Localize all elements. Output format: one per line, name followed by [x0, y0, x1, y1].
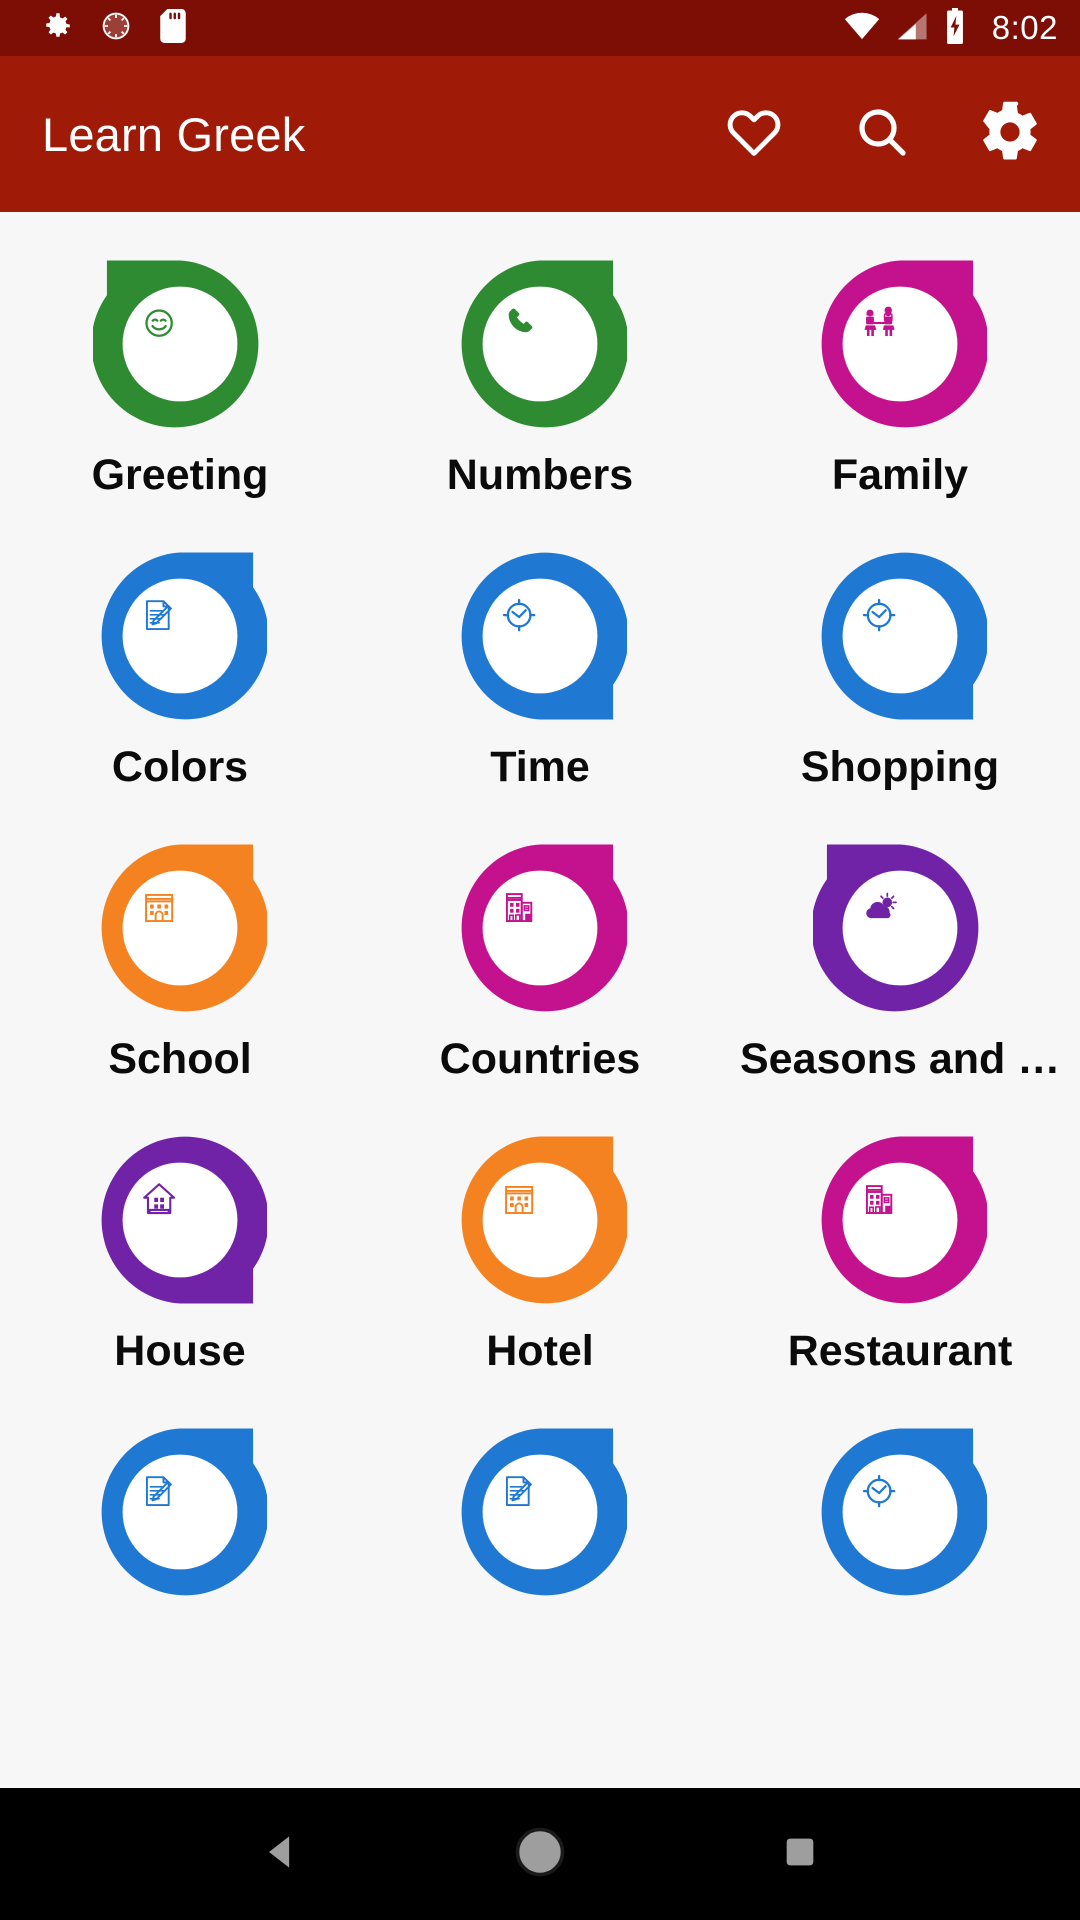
house-icon [101, 1136, 267, 1304]
category-item[interactable]: School [0, 841, 360, 1133]
recents-square-icon [780, 1832, 820, 1877]
category-badge [813, 841, 987, 1015]
category-label: Family [831, 453, 969, 499]
phone-screen: 8:02 Learn Greek Greeting Numbers Family… [0, 0, 1080, 1920]
category-label: Restaurant [787, 1329, 1013, 1375]
family-couple-icon [821, 260, 987, 428]
recents-button[interactable] [740, 1794, 860, 1914]
wifi-icon [844, 11, 880, 46]
status-bar-clock: 8:02 [991, 9, 1058, 46]
category-label: School [108, 1037, 252, 1083]
category-label: Greeting [91, 453, 269, 499]
app-bar-actions [718, 98, 1046, 170]
category-badge [93, 1425, 267, 1599]
category-badge [453, 549, 627, 723]
sd-card-icon [158, 8, 188, 48]
category-label: House [114, 1329, 246, 1375]
category-grid-scroll[interactable]: Greeting Numbers Family Colors Time Shop… [0, 212, 1080, 1788]
back-triangle-icon [258, 1830, 302, 1879]
app-bar: Learn Greek [0, 56, 1080, 212]
home-button[interactable] [480, 1794, 600, 1914]
heart-outline-icon [723, 101, 785, 168]
category-badge [813, 1133, 987, 1307]
category-badge [453, 841, 627, 1015]
cellular-signal-icon [896, 11, 928, 46]
category-item[interactable] [720, 1425, 1080, 1717]
city-buildings-icon [461, 844, 627, 1012]
android-navigation-bar [0, 1788, 1080, 1920]
battery-charging-icon [944, 7, 966, 49]
category-item[interactable]: House [0, 1133, 360, 1425]
school-building-icon [461, 1136, 627, 1304]
category-grid: Greeting Numbers Family Colors Time Shop… [0, 212, 1080, 1717]
note-pencil-icon [101, 552, 267, 720]
clock-icon [821, 1428, 987, 1596]
category-item[interactable]: Countries [360, 841, 720, 1133]
category-badge [813, 1425, 987, 1599]
clock-icon [821, 552, 987, 720]
category-badge [93, 1133, 267, 1307]
category-badge [813, 257, 987, 431]
category-item[interactable]: Numbers [360, 257, 720, 549]
sun-cloud-icon [813, 844, 979, 1012]
settings-gear-icon [40, 9, 74, 48]
favorites-button[interactable] [718, 98, 790, 170]
category-badge [453, 1425, 627, 1599]
search-icon [852, 102, 912, 167]
note-pencil-icon [101, 1428, 267, 1596]
status-bar-right-icons: 8:02 [844, 7, 1058, 49]
category-badge [93, 549, 267, 723]
category-item[interactable]: Shopping [720, 549, 1080, 841]
category-badge [93, 841, 267, 1015]
settings-button[interactable] [974, 98, 1046, 170]
search-button[interactable] [846, 98, 918, 170]
school-building-icon [101, 844, 267, 1012]
back-button[interactable] [220, 1794, 340, 1914]
category-item[interactable]: Time [360, 549, 720, 841]
category-label: Seasons and … [740, 1037, 1060, 1083]
telephone-icon [461, 260, 627, 428]
app-title: Learn Greek [42, 107, 306, 161]
category-label: Colors [111, 745, 249, 791]
category-label: Countries [439, 1037, 641, 1083]
category-label: Numbers [446, 453, 634, 499]
category-label: Shopping [800, 745, 1000, 791]
gear-icon [977, 99, 1043, 170]
category-badge [453, 1133, 627, 1307]
status-bar-left-icons [40, 8, 188, 48]
clock-icon [461, 552, 627, 720]
category-badge [93, 257, 267, 431]
status-bar: 8:02 [0, 0, 1080, 56]
category-item[interactable] [360, 1425, 720, 1717]
category-item[interactable]: Hotel [360, 1133, 720, 1425]
category-label: Hotel [486, 1329, 594, 1375]
category-item[interactable]: Family [720, 257, 1080, 549]
home-circle-icon [513, 1825, 567, 1884]
category-item[interactable] [0, 1425, 360, 1717]
city-buildings-icon [821, 1136, 987, 1304]
note-pencil-icon [461, 1428, 627, 1596]
category-item[interactable]: Restaurant [720, 1133, 1080, 1425]
category-label: Time [490, 745, 590, 791]
screen-rotation-icon [100, 10, 132, 47]
category-item[interactable]: Seasons and … [720, 841, 1080, 1133]
category-item[interactable]: Colors [0, 549, 360, 841]
category-item[interactable]: Greeting [0, 257, 360, 549]
category-badge [453, 257, 627, 431]
category-badge [813, 549, 987, 723]
smiley-face-icon [93, 260, 259, 428]
